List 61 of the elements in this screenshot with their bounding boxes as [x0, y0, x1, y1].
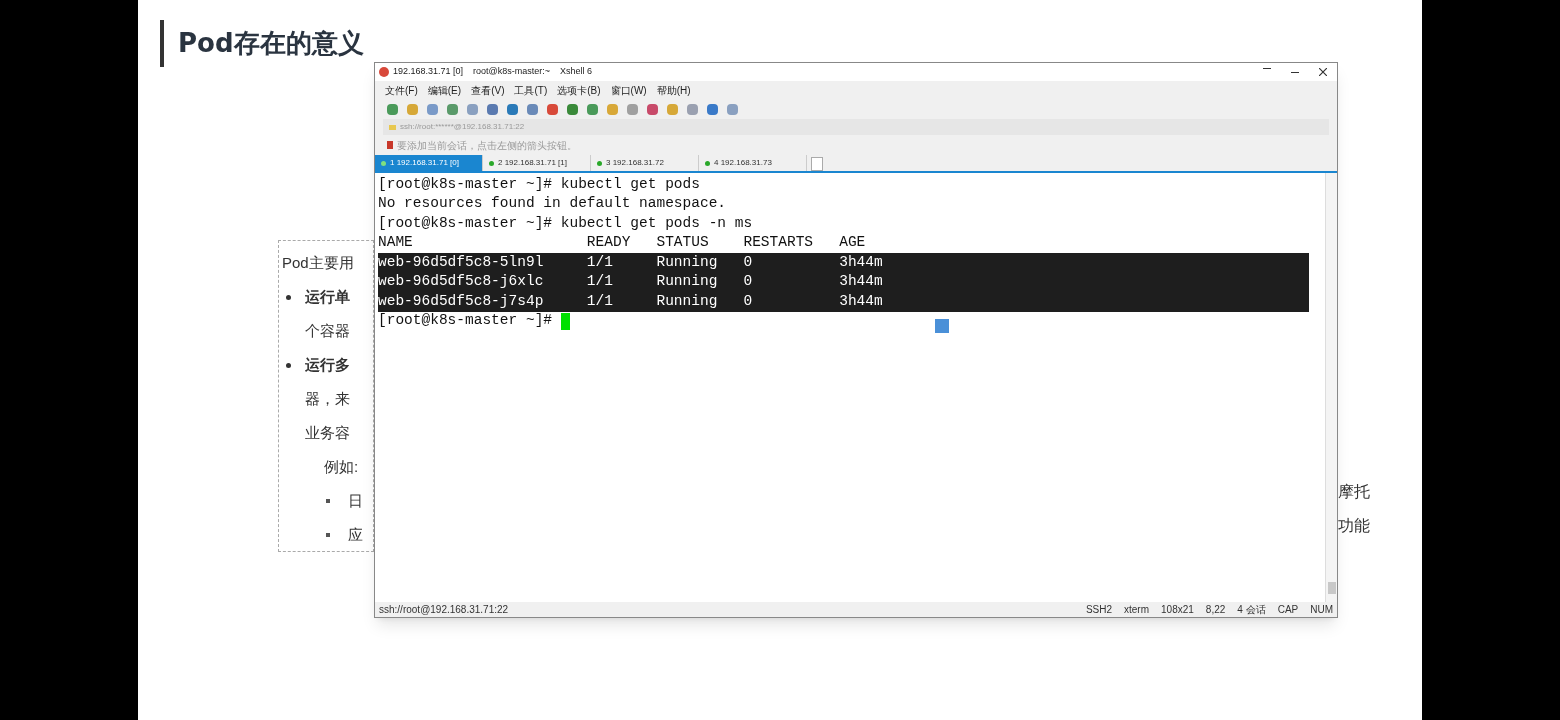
toolbar-icon[interactable] [687, 103, 698, 115]
terminal-line: No resources found in default namespace. [378, 194, 727, 214]
toolbar-icon[interactable] [427, 103, 438, 115]
toolbar-icon[interactable] [707, 103, 718, 115]
session-tab[interactable]: 1 192.168.31.71 [0] [375, 155, 483, 171]
slide-text: 器，来 [305, 388, 350, 409]
menu-item[interactable]: 编辑(E) [427, 82, 462, 98]
bullet-icon [286, 294, 291, 300]
toolbar-icon[interactable] [667, 103, 678, 115]
toolbar-icon[interactable] [487, 103, 498, 115]
status-text: 4 会话 [1237, 603, 1266, 617]
status-text: NUM [1310, 603, 1333, 617]
window-title: 192.168.31.71 [0] root@k8s-master:~ Xshell 6 [393, 65, 592, 79]
toolbar-icon[interactable] [627, 103, 638, 115]
slide-text: 日 [348, 490, 363, 511]
status-text: ssh://root@192.168.31.71:22 [379, 603, 509, 617]
menu-item[interactable]: 工具(T) [514, 82, 548, 98]
slide-text: 业务容 [305, 422, 350, 443]
status-text: 8,22 [1205, 603, 1226, 617]
terminal-line: [root@k8s-master ~]# kubectl get pods [378, 175, 700, 194]
terminal-line: [root@k8s-master ~]# kubectl get pods -n ms [378, 214, 753, 233]
menu-item[interactable]: 窗口(W) [610, 82, 647, 98]
terminal-line: NAME READY STATUS RESTARTS AGE [378, 233, 866, 253]
slide-text: 摩托 [1338, 482, 1370, 502]
toolbar-icon[interactable] [407, 103, 418, 115]
menu-item[interactable]: 帮助(H) [656, 82, 691, 98]
toolbar-icon[interactable] [647, 103, 658, 115]
toolbar-icon[interactable] [547, 103, 558, 115]
tip-text: 要添加当前会话，点击左侧的箭头按钮。 [397, 138, 577, 153]
status-text: CAP [1277, 603, 1299, 617]
menu-item[interactable]: 文件(F) [385, 82, 418, 98]
toolbar-icon[interactable] [507, 103, 518, 115]
add-tab-button[interactable] [811, 157, 823, 171]
bullet-icon [286, 362, 291, 368]
slide-text: 应 [348, 524, 363, 545]
slide-text: 运行多 [305, 354, 350, 375]
menu-item[interactable]: 查看(V) [471, 82, 505, 98]
toolbar-icon[interactable] [527, 103, 538, 115]
menu-item[interactable]: 选项卡(B) [557, 82, 601, 98]
toolbar-icon[interactable] [587, 103, 598, 115]
status-text: 108x21 [1161, 603, 1194, 617]
toolbar-icon[interactable] [727, 103, 738, 115]
bullet-icon [326, 499, 330, 503]
toolbar-icon[interactable] [607, 103, 618, 115]
toolbar-icon[interactable] [447, 103, 458, 115]
app-icon [379, 67, 389, 77]
status-text: SSH2 [1085, 603, 1113, 617]
slide-text: 功能 [1338, 516, 1370, 536]
toolbar-icon[interactable] [467, 103, 478, 115]
address-icon [389, 124, 396, 130]
bullet-icon [326, 533, 330, 537]
slide-title: Pod存在的意义 [178, 27, 364, 60]
slide-text: 运行单 [305, 286, 350, 307]
slide-text: 例如: [324, 456, 359, 477]
status-text: xterm [1124, 603, 1150, 617]
terminal-line: [root@k8s-master ~]# [378, 311, 570, 331]
toolbar-icon[interactable] [387, 103, 398, 115]
close-icon[interactable] [1319, 68, 1327, 76]
toolbar-icon[interactable] [567, 103, 578, 115]
slide-text: 个容器 [305, 320, 350, 341]
slide-text: Pod主要用 [282, 252, 354, 273]
